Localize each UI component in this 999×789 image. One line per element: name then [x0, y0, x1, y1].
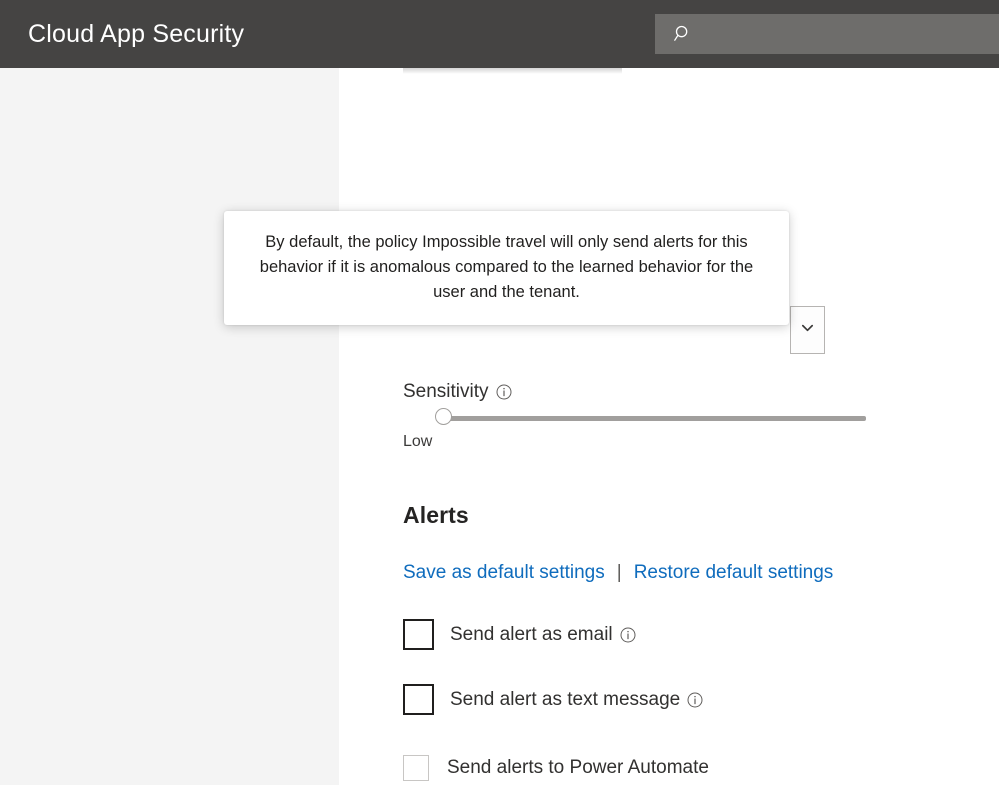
panel-top-edge-shadow — [403, 68, 622, 74]
link-separator: | — [616, 562, 622, 583]
send-alert-as-email-label: Send alert as email — [450, 624, 636, 646]
info-circle-icon[interactable] — [620, 627, 636, 643]
sensitivity-low-label: Low — [403, 433, 433, 450]
info-circle-icon[interactable] — [687, 692, 703, 708]
info-tooltip-text: By default, the policy Impossible travel… — [259, 233, 754, 301]
restore-default-settings-link[interactable]: Restore default settings — [634, 562, 834, 584]
send-alert-as-text-message-text: Send alert as text message — [450, 688, 681, 710]
send-alert-as-text-message-row[interactable]: Send alert as text message — [403, 684, 703, 715]
sensitivity-slider-thumb[interactable] — [435, 408, 452, 425]
app-title: Cloud App Security — [28, 19, 245, 48]
global-search-box[interactable] — [655, 14, 999, 54]
chevron-down-icon — [800, 320, 815, 340]
send-alert-as-email-row[interactable]: Send alert as email — [403, 619, 636, 650]
alerts-default-settings-actions: Save as default settings | Restore defau… — [403, 562, 833, 584]
app-header: Cloud App Security — [0, 0, 999, 68]
analyze-signin-activities-dropdown[interactable] — [790, 306, 825, 354]
info-circle-icon[interactable] — [496, 384, 512, 400]
send-alert-as-text-message-label: Send alert as text message — [450, 689, 703, 711]
sensitivity-label: Sensitivity — [403, 381, 512, 403]
search-icon — [673, 24, 693, 44]
sensitivity-slider-track[interactable] — [443, 416, 866, 421]
sensitivity-label-text: Sensitivity — [403, 381, 489, 402]
left-sidebar — [0, 68, 339, 785]
send-alerts-to-power-automate-checkbox[interactable] — [403, 755, 429, 781]
send-alert-as-text-message-checkbox[interactable] — [403, 684, 434, 715]
search-input[interactable] — [693, 26, 999, 42]
alerts-heading: Alerts — [403, 502, 469, 528]
policy-settings-pane: Advanced configuration Analyze sign-in a… — [339, 68, 999, 789]
send-alert-as-email-checkbox[interactable] — [403, 619, 434, 650]
send-alerts-to-power-automate-label: Send alerts to Power Automate — [447, 757, 709, 778]
send-alert-as-email-text: Send alert as email — [450, 623, 613, 645]
info-tooltip-callout: By default, the policy Impossible travel… — [224, 211, 789, 325]
send-alerts-to-power-automate-row[interactable]: Send alerts to Power Automate — [403, 755, 709, 781]
sensitivity-slider[interactable] — [395, 408, 866, 430]
save-as-default-settings-link[interactable]: Save as default settings — [403, 562, 605, 584]
